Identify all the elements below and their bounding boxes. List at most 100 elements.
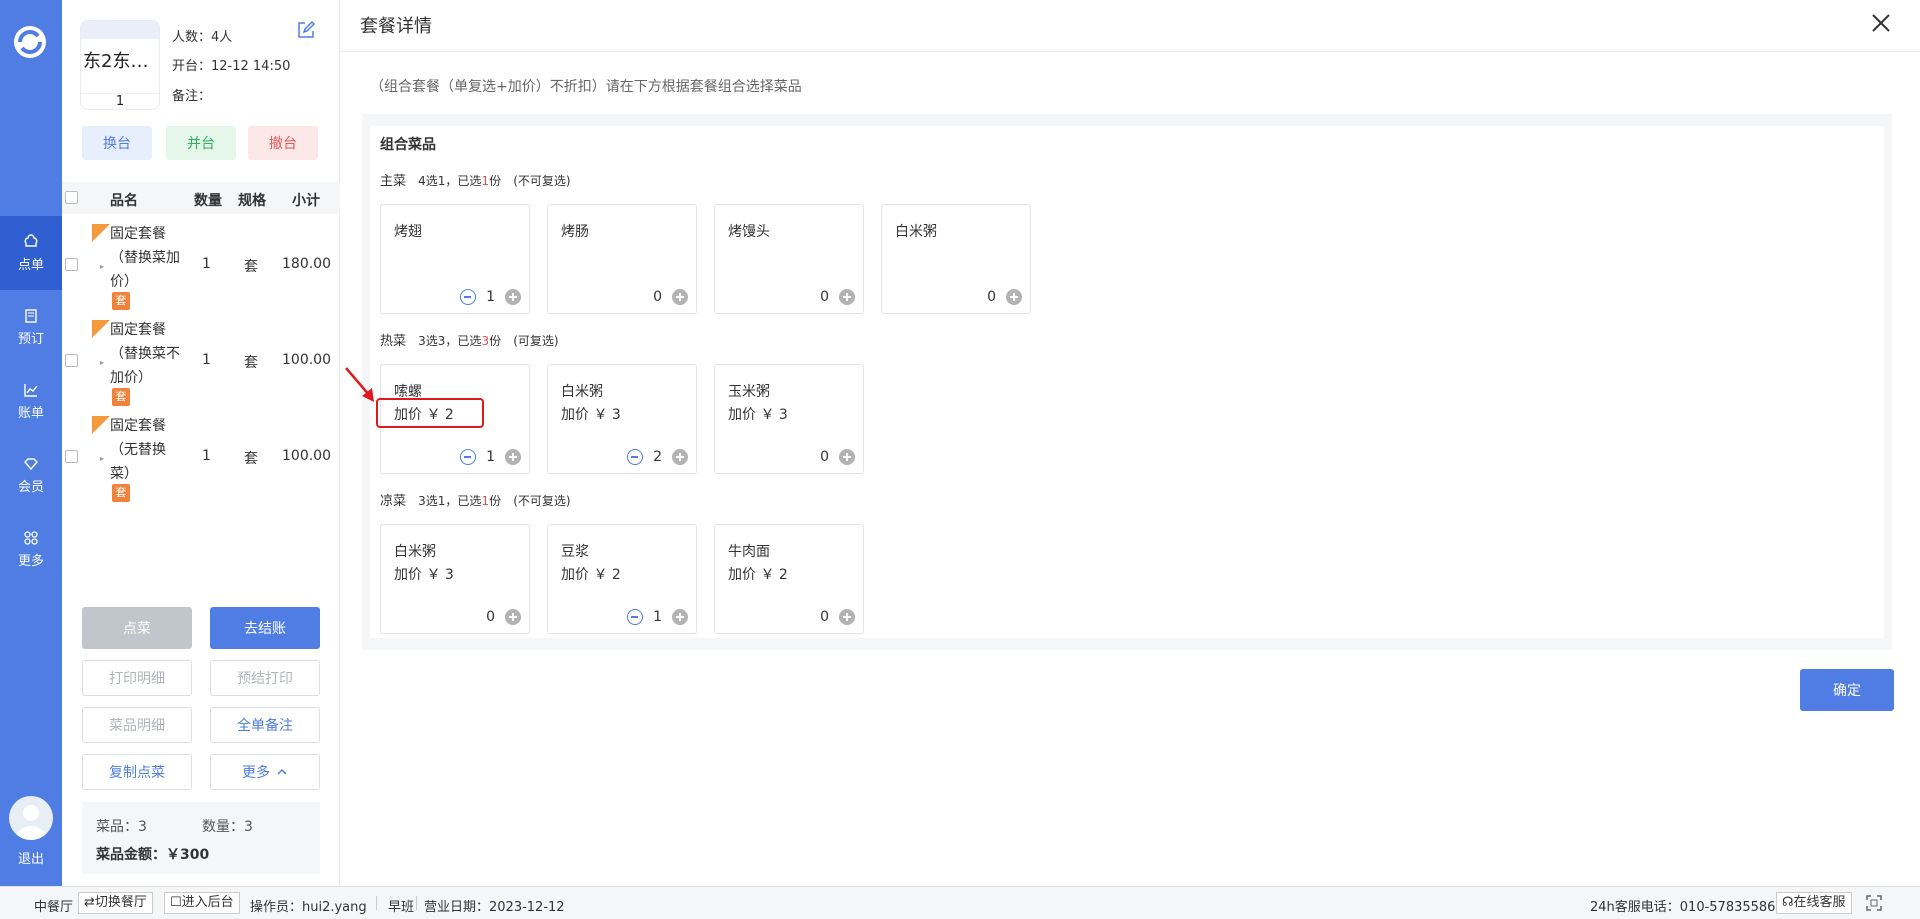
logout-button[interactable]: 退出 [0, 848, 62, 867]
confirm-button[interactable]: 确定 [1800, 669, 1894, 711]
plus-icon[interactable] [839, 449, 855, 465]
dish-card[interactable]: 烤翅 1 [380, 204, 530, 314]
nav-item-order[interactable]: 点单 [0, 216, 62, 290]
col-unit: 规格 [238, 193, 266, 209]
order-item-name: 固定套餐（替换菜加价） [110, 226, 180, 290]
row-checkbox[interactable] [65, 258, 78, 271]
plus-icon[interactable] [505, 449, 521, 465]
nav-item-reservation[interactable]: 预订 [0, 290, 62, 364]
minus-icon[interactable] [627, 449, 644, 465]
switch-restaurant-button[interactable]: ⇄切换餐厅 [78, 892, 153, 914]
pre-print-button[interactable]: 预结打印 [210, 660, 320, 696]
dish-count: 0 [653, 289, 662, 305]
table-name: 东2东… [83, 51, 149, 72]
order-item-subtotal: 100.00 [282, 448, 331, 464]
row-checkbox[interactable] [65, 450, 78, 463]
dish-name: 玉米粥 [728, 384, 770, 400]
order-item-unit: 套 [244, 259, 258, 275]
table-row[interactable]: 固定套餐（无替换菜） ▸ 套 1 套 100.00 [62, 410, 340, 506]
group-rule-pre: 3选3，已选 [418, 334, 482, 348]
chef-hat-icon [24, 233, 38, 247]
order-item-name: 固定套餐（无替换菜） [110, 418, 166, 482]
online-service-button[interactable]: ☊在线客服 [1776, 892, 1852, 914]
cancel-table-button[interactable]: 撤台 [248, 126, 318, 160]
avatar[interactable] [9, 796, 53, 840]
nav-label: 点单 [17, 257, 44, 273]
table-row[interactable]: 固定套餐（替换菜不加价） ▸ 套 1 套 100.00 [62, 314, 340, 410]
expand-caret-icon[interactable]: ▸ [100, 454, 104, 463]
table-note: 备注： [172, 89, 212, 104]
plus-icon[interactable] [672, 289, 688, 305]
more-label: 更多 [242, 765, 270, 781]
expand-caret-icon[interactable]: ▸ [100, 358, 104, 367]
more-button[interactable]: 更多 [210, 754, 320, 790]
dish-count: 1 [653, 609, 662, 625]
dish-name: 烤翅 [394, 224, 422, 240]
order-dish-button[interactable]: 点菜 [82, 607, 192, 649]
order-item-qty: 1 [202, 256, 211, 272]
dish-count: 0 [820, 289, 829, 305]
table-row[interactable]: 固定套餐（替换菜加价） ▸ 套 1 套 180.00 [62, 218, 340, 314]
dish-card[interactable]: 白米粥 0 [881, 204, 1031, 314]
minus-icon[interactable] [460, 449, 477, 465]
print-detail-button[interactable]: 打印明细 [82, 660, 192, 696]
dish-card[interactable]: 玉米粥 加价 ￥ 3 0 [714, 364, 864, 474]
swap-table-button[interactable]: 换台 [82, 126, 152, 160]
minus-icon[interactable] [627, 609, 644, 625]
order-note-button[interactable]: 全单备注 [210, 707, 320, 743]
join-table-button[interactable]: 并台 [166, 126, 236, 160]
group-name: 主菜 [380, 174, 407, 189]
dialog-hint: （组合套餐（单复选+加价）不折扣）请在下方根据套餐组合选择菜品 [370, 79, 802, 95]
dish-card[interactable]: 豆浆 加价 ￥ 2 1 [547, 524, 697, 634]
group-selected-count: 3 [481, 334, 490, 348]
dish-card[interactable]: 白米粥 加价 ￥ 3 0 [380, 524, 530, 634]
group-header-main: 主菜 4选1，已选1份 (不可复选) [380, 170, 571, 189]
enter-backend-label: 进入后台 [181, 895, 234, 910]
chart-icon [24, 383, 38, 397]
order-item-qty: 1 [202, 352, 211, 368]
enter-backend-button[interactable]: ☐进入后台 [164, 892, 240, 914]
plus-icon[interactable] [839, 609, 855, 625]
dish-count: 2 [653, 449, 662, 465]
select-all-checkbox[interactable] [65, 191, 78, 204]
fullscreen-icon[interactable] [1866, 895, 1882, 911]
dish-card[interactable]: 烤肠 0 [547, 204, 697, 314]
nav-item-more[interactable]: 更多 [0, 512, 62, 586]
quantity-stepper: 0 [486, 609, 521, 625]
set-badge: 套 [112, 292, 130, 310]
status-divider [416, 896, 417, 910]
copy-order-button[interactable]: 复制点菜 [82, 754, 192, 790]
dish-count: 0 [987, 289, 996, 305]
dish-name: 白米粥 [394, 544, 436, 560]
dish-card[interactable]: 烤馒头 0 [714, 204, 864, 314]
dish-name: 白米粥 [561, 384, 603, 400]
expand-caret-icon[interactable]: ▸ [100, 262, 104, 271]
close-icon[interactable] [1870, 12, 1892, 34]
quantity-stepper: 1 [460, 289, 521, 305]
dialog-header: 套餐详情 [340, 0, 1920, 52]
plus-icon[interactable] [672, 609, 688, 625]
edit-icon[interactable] [296, 20, 316, 40]
checkout-button[interactable]: 去结账 [210, 607, 320, 649]
dish-card[interactable]: 牛肉面 加价 ￥ 2 0 [714, 524, 864, 634]
minus-icon[interactable] [460, 289, 477, 305]
plus-icon[interactable] [672, 449, 688, 465]
nav-item-member[interactable]: 会员 [0, 438, 62, 512]
group-multi: (不可复选) [513, 494, 571, 508]
quantity-stepper: 0 [820, 449, 855, 465]
plus-icon[interactable] [505, 289, 521, 305]
nav-item-bill[interactable]: 账单 [0, 364, 62, 438]
plus-icon[interactable] [839, 289, 855, 305]
quantity-stepper: 2 [627, 449, 688, 465]
nav-label: 会员 [17, 479, 44, 495]
dish-card[interactable]: 白米粥 加价 ￥ 3 2 [547, 364, 697, 474]
plus-icon[interactable] [505, 609, 521, 625]
row-checkbox[interactable] [65, 354, 78, 367]
table-card[interactable]: 东2东… 1 [80, 20, 160, 110]
dish-detail-button[interactable]: 菜品明细 [82, 707, 192, 743]
plus-icon[interactable] [1006, 289, 1022, 305]
window-icon: ☐ [170, 895, 182, 910]
col-subtotal: 小计 [292, 193, 320, 209]
chevron-up-icon [277, 768, 287, 775]
diamond-icon [24, 457, 38, 470]
